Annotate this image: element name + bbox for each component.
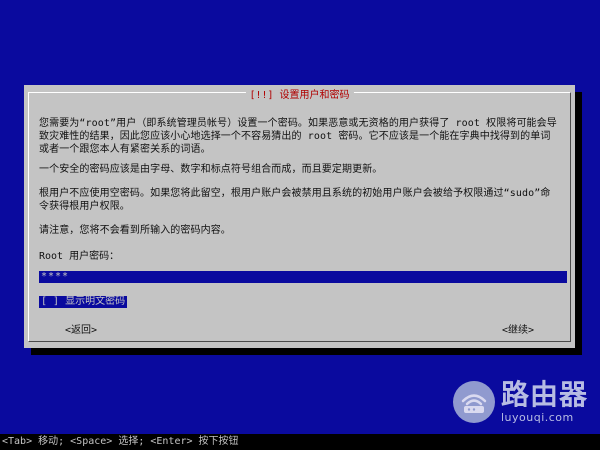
watermark-text: 路由器 luyouqi.com bbox=[500, 378, 588, 424]
security-paragraph: 一个安全的密码应该是由字母、数字和标点符号组合而成，而且要定期更新。 bbox=[39, 164, 383, 175]
password-mask: **** bbox=[41, 271, 70, 282]
show-password-checkbox[interactable]: [ ] 显示明文密码 bbox=[39, 296, 128, 309]
hidden-input-note: 请注意，您将不会看到所输入的密码内容。 bbox=[39, 225, 231, 236]
keyboard-help-bar: <Tab> 移动; <Space> 选择; <Enter> 按下按钮 bbox=[0, 434, 600, 450]
dialog-frame: [!!] 设置用户和密码 您需要为“root”用户（即系统管理员帐号）设置一个密… bbox=[28, 90, 571, 342]
empty-password-paragraph: 根用户不应使用空密码。如果您将此留空，根用户账户会被禁用且系统的初始用户账户会被… bbox=[39, 188, 551, 212]
continue-button[interactable]: <继续> bbox=[502, 321, 534, 336]
intro-paragraph: 您需要为“root”用户（即系统管理员帐号）设置一个密码。如果恶意或无资格的用户… bbox=[39, 118, 557, 155]
watermark-url: luyouqi.com bbox=[500, 411, 574, 424]
user-password-dialog: [!!] 设置用户和密码 您需要为“root”用户（即系统管理员帐号）设置一个密… bbox=[24, 85, 575, 348]
back-button[interactable]: <返回> bbox=[65, 321, 97, 336]
password-prompt-label: Root 用户密码： bbox=[39, 251, 120, 262]
watermark: 路由器 luyouqi.com bbox=[452, 378, 588, 424]
installer-screen: [!!] 设置用户和密码 您需要为“root”用户（即系统管理员帐号）设置一个密… bbox=[0, 0, 600, 450]
watermark-name: 路由器 bbox=[500, 378, 588, 411]
root-password-input[interactable]: **** bbox=[39, 271, 567, 283]
dialog-title: [!!] 设置用户和密码 bbox=[245, 90, 354, 102]
router-wifi-icon bbox=[452, 381, 495, 423]
